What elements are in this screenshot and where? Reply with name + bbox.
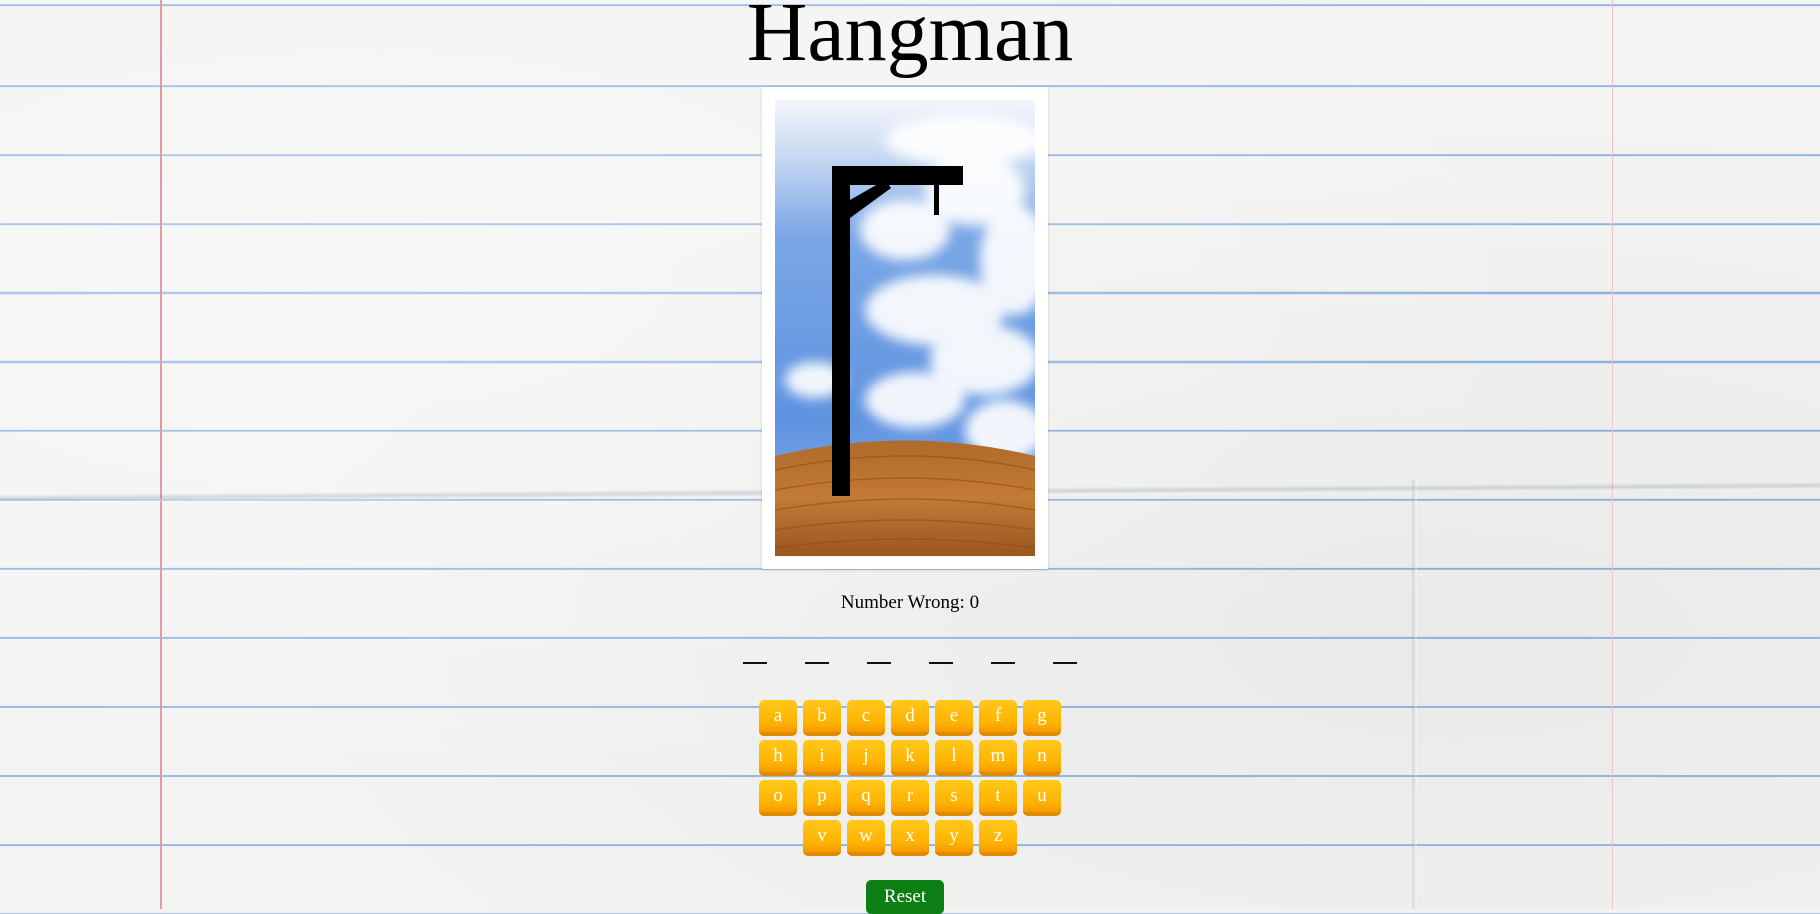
letter-key-q[interactable]: q [847, 780, 885, 816]
keyboard-row: vwxyz [803, 820, 1017, 856]
letter-blank [929, 662, 953, 664]
letter-key-h[interactable]: h [759, 740, 797, 776]
letter-key-u[interactable]: u [1023, 780, 1061, 816]
keyboard-row: opqrstu [759, 780, 1061, 816]
page-title: Hangman [746, 0, 1074, 79]
letter-key-d[interactable]: d [891, 700, 929, 736]
hangman-image-frame [762, 87, 1048, 569]
letter-key-j[interactable]: j [847, 740, 885, 776]
letter-key-w[interactable]: w [847, 820, 885, 856]
letter-key-x[interactable]: x [891, 820, 929, 856]
letter-blank [805, 662, 829, 664]
letter-key-v[interactable]: v [803, 820, 841, 856]
letter-key-a[interactable]: a [759, 700, 797, 736]
letter-key-s[interactable]: s [935, 780, 973, 816]
keyboard-row: abcdefg [759, 700, 1061, 736]
letter-blank [991, 662, 1015, 664]
letter-key-b[interactable]: b [803, 700, 841, 736]
letter-key-f[interactable]: f [979, 700, 1017, 736]
letter-keyboard: abcdefghijklmnopqrstuvwxyz [0, 700, 1820, 856]
word-blanks [0, 662, 1820, 664]
wrong-count-label: Number Wrong: 0 [840, 592, 980, 613]
letter-key-o[interactable]: o [759, 780, 797, 816]
letter-key-p[interactable]: p [803, 780, 841, 816]
letter-blank [1053, 662, 1077, 664]
gallows-scene [775, 100, 1035, 556]
letter-key-t[interactable]: t [979, 780, 1017, 816]
letter-key-c[interactable]: c [847, 700, 885, 736]
letter-key-g[interactable]: g [1023, 700, 1061, 736]
letter-key-l[interactable]: l [935, 740, 973, 776]
letter-key-y[interactable]: y [935, 820, 973, 856]
letter-key-r[interactable]: r [891, 780, 929, 816]
letter-blank [867, 662, 891, 664]
keyboard-row: hijklmn [759, 740, 1061, 776]
letter-key-i[interactable]: i [803, 740, 841, 776]
letter-blank [743, 662, 767, 664]
letter-key-e[interactable]: e [935, 700, 973, 736]
letter-key-m[interactable]: m [979, 740, 1017, 776]
letter-key-z[interactable]: z [979, 820, 1017, 856]
letter-key-n[interactable]: n [1023, 740, 1061, 776]
letter-key-k[interactable]: k [891, 740, 929, 776]
